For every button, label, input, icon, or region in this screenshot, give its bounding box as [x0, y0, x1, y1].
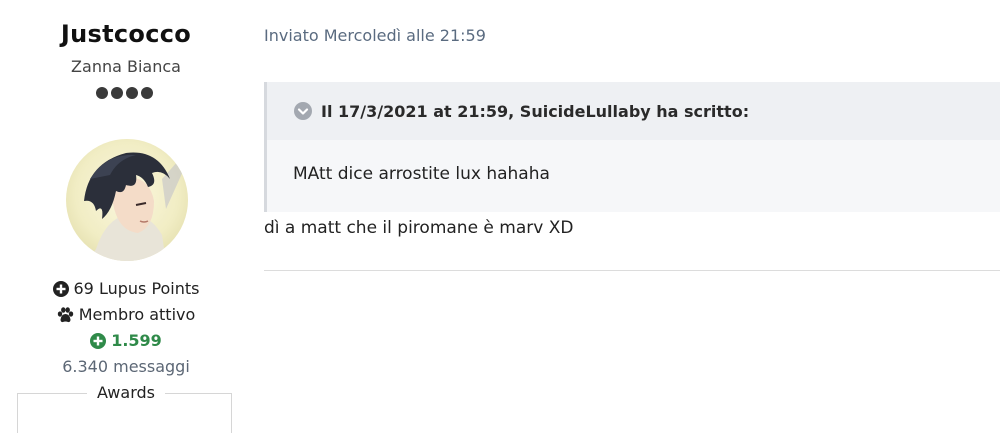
awards-label-text: Awards	[87, 383, 165, 402]
quote-body: MAtt dice arrostite lux hahaha	[293, 164, 550, 184]
awards-label: Awards	[0, 383, 252, 402]
quote-block: Il 17/3/2021 at 21:59, SuicideLullaby ha…	[264, 82, 1000, 212]
author-panel: Justcocco Zanna Bianca 69 Lupus Points M…	[0, 0, 252, 433]
post-meta[interactable]: Inviato Mercoledì alle 21:59	[264, 26, 486, 45]
rank-pip	[111, 87, 123, 99]
rank-pip	[96, 87, 108, 99]
post-text: dì a matt che il piromane è marv XD	[264, 218, 574, 238]
post-divider	[264, 270, 1000, 271]
stat-points: 69 Lupus Points	[0, 279, 252, 298]
reputation-value: 1.599	[111, 331, 162, 350]
rank-title: Zanna Bianca	[71, 57, 181, 76]
plus-circle-icon	[52, 280, 69, 297]
quote-header[interactable]: Il 17/3/2021 at 21:59, SuicideLullaby ha…	[267, 82, 1000, 140]
stat-posts[interactable]: 6.340 messaggi	[0, 357, 252, 376]
posts-count: 6.340 messaggi	[62, 357, 190, 376]
rank-pip	[126, 87, 138, 99]
quote-header-text: Il 17/3/2021 at 21:59, SuicideLullaby ha…	[321, 101, 750, 121]
status-value: Membro attivo	[78, 305, 196, 324]
avatar-image	[66, 139, 188, 261]
rank-pips	[96, 87, 153, 101]
stat-status: Membro attivo	[0, 305, 252, 324]
stat-reputation[interactable]: 1.599	[0, 331, 252, 350]
chevron-down-circle-icon[interactable]	[293, 101, 313, 121]
avatar[interactable]	[66, 139, 188, 261]
rank-pip	[141, 87, 153, 99]
username[interactable]: Justcocco	[0, 20, 252, 48]
paw-icon	[57, 306, 73, 322]
points-value: 69 Lupus Points	[73, 279, 200, 298]
plus-circle-icon	[90, 332, 107, 349]
